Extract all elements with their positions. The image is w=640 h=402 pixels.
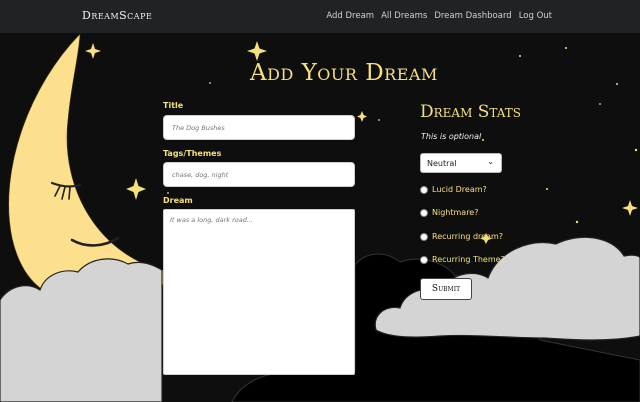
- option-recurring-theme[interactable]: Recurring Theme?: [420, 255, 505, 264]
- option-nightmare[interactable]: Nightmare?: [420, 208, 478, 217]
- radio-button[interactable]: [420, 255, 428, 264]
- radio-button[interactable]: [420, 232, 428, 241]
- brand-logo[interactable]: DreamScape: [82, 9, 152, 22]
- mood-select[interactable]: Neutral ⌄: [420, 153, 502, 173]
- dream-stats-subtitle: This is optional: [421, 132, 482, 141]
- option-label: Nightmare?: [432, 208, 479, 217]
- option-label: Recurring Theme?: [432, 255, 505, 264]
- page-title: Add Your Dream: [250, 60, 438, 86]
- tags-input[interactable]: [163, 162, 355, 187]
- nav-log-out[interactable]: Log Out: [519, 11, 552, 21]
- submit-button[interactable]: Submit: [420, 278, 472, 300]
- dream-stats-heading: Dream Stats: [420, 102, 522, 122]
- radio-button[interactable]: [420, 208, 428, 217]
- cloud-left: [0, 258, 163, 402]
- tags-label: Tags/Themes: [163, 149, 222, 158]
- radio-button[interactable]: [420, 185, 428, 194]
- title-label: Title: [163, 101, 184, 110]
- option-label: Recurring dream?: [432, 232, 503, 241]
- moon: [8, 33, 172, 303]
- option-lucid-dream[interactable]: Lucid Dream?: [420, 185, 487, 194]
- mood-select-value: Neutral: [427, 159, 457, 168]
- dream-label: Dream: [163, 196, 193, 205]
- dream-textarea[interactable]: [163, 209, 355, 375]
- nav-all-dreams[interactable]: All Dreams: [381, 11, 427, 21]
- navbar: DreamScape Add Dream All Dreams Dream Da…: [0, 0, 640, 33]
- nav-dream-dashboard[interactable]: Dream Dashboard: [434, 11, 511, 21]
- nav-add-dream[interactable]: Add Dream: [326, 11, 374, 21]
- option-recurring-dream[interactable]: Recurring dream?: [420, 232, 503, 241]
- nav-links: Add Dream All Dreams Dream Dashboard Log…: [326, 11, 552, 21]
- chevron-down-icon: ⌄: [487, 157, 494, 166]
- option-label: Lucid Dream?: [432, 185, 487, 194]
- title-input[interactable]: [163, 115, 355, 140]
